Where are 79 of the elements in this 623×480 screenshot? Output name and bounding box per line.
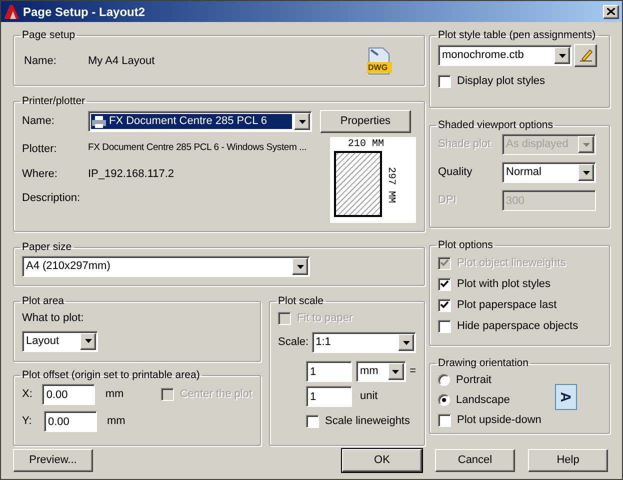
dialog-button[interactable]: OK [342, 449, 422, 472]
caret-icon [578, 136, 594, 153]
properties-button[interactable]: Properties [320, 110, 411, 133]
paper-width-label: 210 MM [346, 139, 385, 151]
description-label: Description: [22, 191, 80, 206]
option-label: Quality [438, 165, 474, 180]
close-button[interactable] [603, 4, 619, 18]
group-title: Plot scale [277, 294, 325, 308]
group-title: Page setup [21, 28, 76, 42]
dropdown[interactable]: Normal [502, 162, 596, 183]
checkbox[interactable] [306, 414, 319, 428]
window-title: Page Setup - Layout2 [23, 4, 146, 20]
checkbox[interactable] [438, 278, 451, 290]
preview-button[interactable]: Preview... [13, 449, 93, 472]
pencil-icon [578, 49, 592, 62]
unit-label: unit [360, 389, 378, 404]
name-label: Name: [24, 54, 58, 69]
caret-icon [388, 363, 404, 380]
dialog-button[interactable]: Cancel [435, 449, 515, 472]
checkbox-label: Display plot styles [457, 74, 546, 89]
checkbox-label: Hide paperspace objects [457, 318, 578, 334]
printer-dropdown[interactable]: FX Document Centre 285 PCL 6 [88, 111, 312, 132]
checkbox[interactable] [438, 298, 451, 312]
dropdown[interactable]: Layout [22, 330, 98, 352]
checkbox[interactable] [438, 414, 451, 426]
app-icon [4, 4, 19, 18]
radio-label: Portrait [456, 372, 492, 388]
where-label: Where: [22, 166, 58, 182]
unit-label: mm [105, 387, 125, 402]
checkbox-label: Scale lineweights [325, 414, 410, 429]
checkbox-label: Plot paperspace last [457, 298, 557, 313]
where-value: IP_192.168.117.2 [88, 166, 174, 182]
scale-label: Scale: [278, 335, 309, 350]
group-title: Plot area [21, 294, 66, 308]
group-title: Shaded viewport options [437, 118, 554, 132]
group-title: Plot options [437, 238, 494, 252]
paper-units-field[interactable]: 1 [306, 361, 352, 382]
group-title: Printer/plotter [21, 94, 86, 108]
radio-label: Landscape [456, 392, 510, 408]
edit-pen-button[interactable] [574, 44, 597, 67]
drawing-units-field[interactable]: 1 [306, 386, 352, 407]
dropdown[interactable]: 1:1 [312, 332, 416, 353]
dropdown[interactable]: mm [356, 361, 406, 382]
page-setup-name: My A4 Layout [88, 54, 156, 69]
group-title: Paper size [21, 240, 73, 254]
radio-button[interactable] [438, 374, 450, 386]
group-title: Plot style table (pen assignments) [437, 28, 597, 42]
caret-icon [398, 334, 414, 351]
x-offset-field[interactable]: 0.00 [42, 384, 96, 405]
caret-icon [80, 332, 96, 350]
dialog-button[interactable]: Help [528, 449, 608, 472]
plotter-value: FX Document Centre 285 PCL 6 - Windows System ... [88, 141, 306, 155]
paper-height-label: 297 MM [384, 166, 396, 205]
dropdown[interactable]: monochrome.ctb [438, 45, 572, 66]
unit-label: mm [107, 414, 126, 430]
y-offset-field[interactable]: 0.00 [44, 411, 97, 432]
checkbox-label: Plot with plot styles [457, 276, 551, 292]
caret-icon [554, 47, 570, 64]
y-label: Y: [22, 414, 33, 430]
hatched-paper-icon [334, 151, 382, 217]
radio-button[interactable] [438, 394, 450, 406]
caret-icon [292, 258, 308, 275]
x-label: X: [22, 387, 34, 402]
what-to-plot-label: What to plot: [22, 311, 85, 326]
caret-icon [578, 164, 594, 181]
equals-sign: = [410, 364, 416, 380]
checkbox[interactable] [438, 320, 451, 332]
checkbox[interactable] [438, 74, 451, 88]
printer-icon [92, 116, 106, 128]
checkbox-label: Plot upside-down [457, 412, 542, 428]
close-icon [607, 8, 615, 15]
dropdown[interactable]: A4 (210x297mm) [22, 256, 310, 277]
name-label: Name: [22, 114, 56, 130]
caret-icon [294, 113, 310, 130]
group-title: Drawing orientation [437, 356, 530, 370]
plotter-label: Plotter: [22, 142, 58, 157]
group-title: Plot offset (origin set to printable area) [21, 368, 201, 382]
icon-label: DWG [368, 62, 388, 73]
icon-letter: A [559, 392, 573, 402]
